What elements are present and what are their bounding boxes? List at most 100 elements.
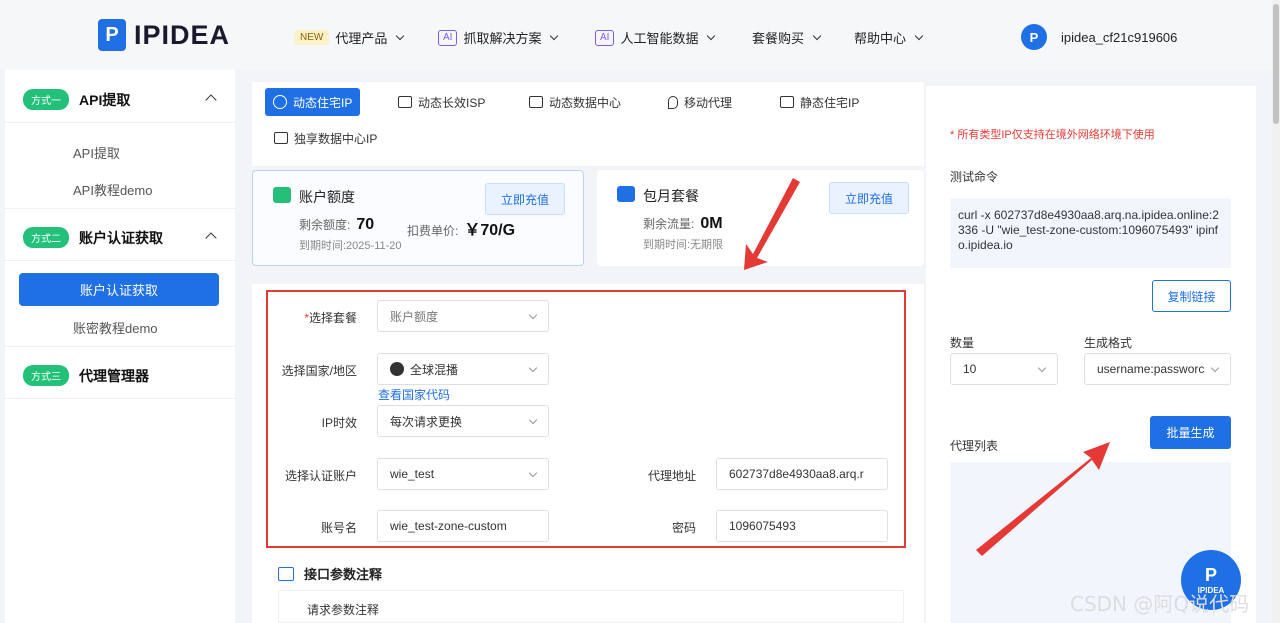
plan-label: *选择套餐 bbox=[304, 311, 357, 325]
tab-exclusive-datacenter[interactable]: 独享数据中心IP bbox=[266, 124, 385, 152]
divider bbox=[5, 346, 235, 347]
test-command-label: 测试命令 bbox=[950, 170, 999, 184]
logo-icon: P bbox=[1204, 565, 1217, 585]
params-table-row: 请求参数注释 bbox=[278, 590, 904, 623]
section-title: 账户认证获取 bbox=[79, 229, 163, 246]
proxy-list-label: 代理列表 bbox=[950, 439, 999, 453]
globe-icon bbox=[273, 95, 287, 109]
remaining-traffic: 剩余流量: 0M bbox=[643, 215, 723, 232]
region-select[interactable]: 全球混播 bbox=[377, 353, 549, 385]
batch-generate-button[interactable]: 批量生成 bbox=[1150, 416, 1231, 449]
chevron-down-icon bbox=[528, 363, 538, 373]
remaining-balance: 剩余额度: 70 bbox=[299, 216, 375, 233]
new-badge: NEW bbox=[294, 30, 330, 45]
tab-label: 移动代理 bbox=[684, 95, 733, 110]
avatar: P bbox=[1021, 24, 1047, 50]
location-pin-icon bbox=[668, 95, 678, 109]
method-badge: 方式二 bbox=[23, 227, 69, 248]
method-badge: 方式三 bbox=[23, 365, 69, 386]
divider bbox=[5, 208, 235, 209]
username: ipidea_cf21c919606 bbox=[1061, 29, 1178, 45]
chevron-up-icon[interactable] bbox=[205, 232, 217, 244]
sidebar-item-password-demo[interactable]: 账密教程demo bbox=[73, 318, 158, 337]
user-menu[interactable]: P ipidea_cf21c919606 bbox=[1021, 24, 1177, 50]
username-field[interactable]: wie_test-zone-custom bbox=[377, 510, 549, 542]
tab-label: 动态长效ISP bbox=[418, 95, 486, 110]
sidebar-item-account-auth[interactable]: 账户认证获取 bbox=[19, 273, 219, 306]
wallet-icon bbox=[273, 187, 291, 203]
sidebar-item-api-extract[interactable]: API提取 bbox=[73, 143, 120, 162]
ai-badge: AI bbox=[595, 29, 615, 46]
tab-dynamic-datacenter[interactable]: 动态数据中心 bbox=[521, 88, 629, 116]
watermark: CSDN @阿Q说代码 bbox=[1070, 592, 1250, 616]
document-icon bbox=[278, 566, 294, 581]
right-panel: * 所有类型IP仅支持在境外网络环境下使用 测试命令 curl -x 60273… bbox=[926, 86, 1256, 623]
server-icon bbox=[398, 96, 412, 108]
format-label: 生成格式 bbox=[1084, 336, 1133, 350]
password-label: 密码 bbox=[671, 521, 696, 535]
recharge-button[interactable]: 立即充值 bbox=[829, 182, 909, 214]
chevron-up-icon[interactable] bbox=[205, 94, 217, 106]
password-field[interactable]: 1096075493 bbox=[716, 510, 888, 542]
sidebar-section-account-auth[interactable]: 方式二 账户认证获取 bbox=[23, 227, 163, 248]
chevron-down-icon bbox=[707, 31, 716, 40]
divider bbox=[5, 398, 235, 399]
proxy-address-label: 代理地址 bbox=[647, 469, 696, 483]
brand-logo[interactable]: P IPIDEA bbox=[98, 19, 230, 51]
nav-label: 套餐购买 bbox=[752, 31, 805, 46]
region-label: 选择国家/地区 bbox=[281, 364, 357, 378]
section-title: 代理管理器 bbox=[79, 367, 149, 384]
params-section-title: 接口参数注释 bbox=[278, 564, 382, 583]
logo-icon: P bbox=[98, 19, 126, 51]
auth-account-select[interactable]: wie_test bbox=[377, 458, 549, 490]
format-select[interactable]: username:passworc bbox=[1084, 353, 1231, 385]
tab-dynamic-residential[interactable]: 动态住宅IP bbox=[265, 88, 361, 116]
expiry-date: 到期时间:无期限 bbox=[643, 239, 724, 251]
nav-label: 人工智能数据 bbox=[620, 31, 699, 46]
section-title: API提取 bbox=[79, 91, 131, 108]
ai-badge: AI bbox=[438, 29, 458, 46]
view-country-codes-link[interactable]: 查看国家代码 bbox=[378, 386, 450, 403]
quantity-label: 数量 bbox=[950, 336, 975, 350]
chevron-down-icon bbox=[528, 415, 538, 425]
tab-label: 独享数据中心IP bbox=[294, 131, 378, 146]
scrollbar-thumb[interactable] bbox=[1273, 4, 1279, 124]
quantity-select[interactable]: 10 bbox=[950, 353, 1058, 385]
proxy-address-field[interactable]: 602737d8e4930aa8.arq.r bbox=[716, 458, 888, 490]
sidebar-item-api-demo[interactable]: API教程demo bbox=[73, 180, 152, 199]
recharge-button[interactable]: 立即充值 bbox=[485, 183, 565, 215]
chevron-down-icon bbox=[528, 310, 538, 320]
chevron-down-icon bbox=[550, 31, 559, 40]
tab-label: 静态住宅IP bbox=[800, 95, 860, 110]
monitor-icon bbox=[274, 132, 288, 144]
tab-dynamic-isp[interactable]: 动态长效ISP bbox=[390, 88, 493, 116]
copy-link-button[interactable]: 复制链接 bbox=[1152, 280, 1231, 312]
plan-select[interactable]: 账户额度 bbox=[377, 300, 549, 332]
test-command-text: curl -x 602737d8e4930aa8.arq.na.ipidea.o… bbox=[950, 198, 1231, 268]
divider bbox=[5, 260, 235, 261]
nav-proxy-products[interactable]: NEW 代理产品 bbox=[294, 28, 405, 47]
brand-name: IPIDEA bbox=[134, 19, 231, 50]
monthly-package-card: 包月套餐 立即充值 剩余流量: 0M 到期时间:无期限 bbox=[597, 170, 924, 266]
datacenter-icon bbox=[529, 96, 543, 108]
tab-static-residential[interactable]: 静态住宅IP bbox=[772, 88, 867, 116]
tab-mobile-proxy[interactable]: 移动代理 bbox=[660, 88, 740, 116]
building-icon bbox=[780, 96, 794, 108]
region-notice: * 所有类型IP仅支持在境外网络环境下使用 bbox=[950, 129, 1155, 141]
expiry-date: 到期时间:2025-11-20 bbox=[299, 240, 402, 252]
nav-package-purchase[interactable]: 套餐购买 bbox=[752, 28, 822, 47]
unit-price: 扣费单价: ￥70/G bbox=[407, 222, 516, 239]
nav-label: 抓取解决方案 bbox=[463, 31, 542, 46]
nav-help-center[interactable]: 帮助中心 bbox=[854, 28, 924, 47]
globe-icon bbox=[390, 362, 404, 376]
method-badge: 方式一 bbox=[23, 89, 69, 110]
sidebar-section-api[interactable]: 方式一 API提取 bbox=[23, 89, 130, 110]
chevron-down-icon bbox=[396, 31, 405, 40]
ip-duration-select[interactable]: 每次请求更换 bbox=[377, 405, 549, 437]
nav-scraping-solutions[interactable]: AI 抓取解决方案 bbox=[438, 28, 559, 47]
sidebar-section-proxy-manager[interactable]: 方式三 代理管理器 bbox=[23, 365, 149, 386]
divider bbox=[5, 122, 235, 123]
nav-label: 代理产品 bbox=[335, 31, 388, 46]
nav-label: 帮助中心 bbox=[854, 31, 907, 46]
nav-ai-data[interactable]: AI 人工智能数据 bbox=[595, 28, 716, 47]
